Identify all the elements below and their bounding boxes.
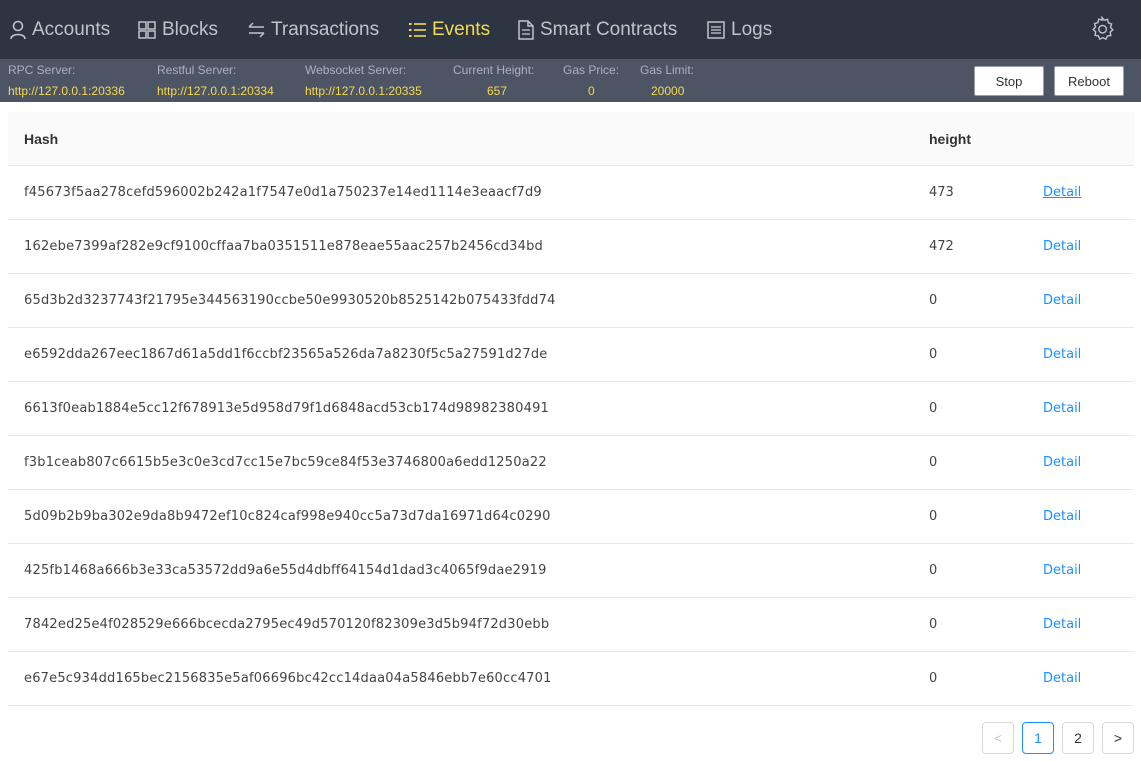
user-icon	[10, 20, 26, 40]
detail-link[interactable]: Detail	[1043, 455, 1081, 470]
swap-icon	[248, 21, 265, 38]
current-height-value: 657	[487, 84, 508, 98]
gas-price-value: 0	[588, 84, 595, 98]
nav-blocks-label: Blocks	[162, 18, 218, 40]
event-height: 0	[929, 563, 938, 578]
websocket-server-value: http://127.0.0.1:20335	[305, 84, 422, 98]
height-column-header: height	[929, 131, 971, 147]
nav-transactions[interactable]: Transactions	[248, 0, 379, 59]
gas-limit-label: Gas Limit:	[640, 63, 695, 77]
table-header: Hash height	[8, 112, 1134, 166]
table-row: 65d3b2d3237743f21795e344563190ccbe50e993…	[8, 274, 1134, 328]
nav-smart-contracts[interactable]: Smart Contracts	[518, 0, 677, 59]
restful-server-label: Restful Server:	[157, 63, 237, 77]
nav-events[interactable]: Events	[409, 0, 490, 59]
gas-price-label: Gas Price:	[563, 63, 620, 77]
nav-logs[interactable]: Logs	[707, 0, 772, 59]
restful-server-value: http://127.0.0.1:20334	[157, 84, 274, 98]
table-row: 162ebe7399af282e9cf9100cffaa7ba0351511e8…	[8, 220, 1134, 274]
list-icon	[409, 22, 426, 38]
status-bar: RPC Server: http://127.0.0.1:20336 Restf…	[0, 59, 1141, 102]
pagination-page-2[interactable]: 2	[1062, 722, 1094, 754]
event-hash: 7842ed25e4f028529e666bcecda2795ec49d5701…	[24, 617, 550, 632]
detail-link[interactable]: Detail	[1043, 347, 1081, 362]
detail-link[interactable]: Detail	[1043, 401, 1081, 416]
table-row: 5d09b2b9ba302e9da8b9472ef10c824caf998e94…	[8, 490, 1134, 544]
stop-button[interactable]: Stop	[974, 66, 1044, 96]
event-height: 0	[929, 401, 938, 416]
pagination-page-1[interactable]: 1	[1022, 722, 1054, 754]
rpc-server-label: RPC Server:	[8, 63, 76, 77]
table-row: 425fb1468a666b3e33ca53572dd9a6e55d4dbff6…	[8, 544, 1134, 598]
event-height: 473	[929, 185, 954, 200]
event-height: 0	[929, 347, 938, 362]
events-table: Hash height f45673f5aa278cefd596002b242a…	[8, 112, 1134, 706]
pagination-next-button[interactable]: >	[1102, 722, 1134, 754]
nav-transactions-label: Transactions	[271, 18, 380, 40]
nav-accounts-label: Accounts	[32, 18, 111, 40]
detail-link[interactable]: Detail	[1043, 293, 1081, 308]
grid-icon	[138, 20, 156, 39]
event-height: 472	[929, 239, 954, 254]
log-icon	[707, 20, 725, 39]
rpc-server-value: http://127.0.0.1:20336	[8, 84, 125, 98]
event-hash: 6613f0eab1884e5cc12f678913e5d958d79f1d68…	[24, 401, 550, 416]
top-navigation: Accounts Blocks Transactions Events Smar…	[0, 0, 1141, 59]
event-hash: 162ebe7399af282e9cf9100cffaa7ba0351511e8…	[24, 239, 543, 254]
event-height: 0	[929, 293, 938, 308]
event-height: 0	[929, 455, 938, 470]
event-hash: f45673f5aa278cefd596002b242a1f7547e0d1a7…	[24, 185, 542, 200]
table-row: f3b1ceab807c6615b5e3c0e3cd7cc15e7bc59ce8…	[8, 436, 1134, 490]
websocket-server-label: Websocket Server:	[305, 63, 407, 77]
nav-blocks[interactable]: Blocks	[138, 0, 218, 59]
event-hash: f3b1ceab807c6615b5e3c0e3cd7cc15e7bc59ce8…	[24, 455, 547, 470]
table-row: 6613f0eab1884e5cc12f678913e5d958d79f1d68…	[8, 382, 1134, 436]
nav-logs-label: Logs	[731, 18, 773, 40]
table-row: e67e5c934dd165bec2156835e5af06696bc42cc1…	[8, 652, 1134, 706]
event-height: 0	[929, 509, 938, 524]
current-height-label: Current Height:	[453, 63, 535, 77]
nav-smart-contracts-label: Smart Contracts	[540, 18, 678, 40]
table-row: f45673f5aa278cefd596002b242a1f7547e0d1a7…	[8, 166, 1134, 220]
file-icon	[518, 19, 534, 40]
event-hash: 425fb1468a666b3e33ca53572dd9a6e55d4dbff6…	[24, 563, 547, 578]
nav-events-label: Events	[432, 18, 491, 40]
event-hash: 5d09b2b9ba302e9da8b9472ef10c824caf998e94…	[24, 509, 551, 524]
table-row: e6592dda267eec1867d61a5dd1f6ccbf23565a52…	[8, 328, 1134, 382]
event-hash: e6592dda267eec1867d61a5dd1f6ccbf23565a52…	[24, 347, 548, 362]
event-hash: e67e5c934dd165bec2156835e5af06696bc42cc1…	[24, 671, 552, 686]
detail-link[interactable]: Detail	[1043, 563, 1081, 578]
detail-link[interactable]: Detail	[1043, 671, 1081, 686]
event-height: 0	[929, 671, 938, 686]
pagination-prev-button[interactable]: <	[982, 722, 1014, 754]
table-row: 7842ed25e4f028529e666bcecda2795ec49d5701…	[8, 598, 1134, 652]
detail-link[interactable]: Detail	[1043, 239, 1081, 254]
gear-icon[interactable]	[1089, 15, 1115, 42]
gas-limit-value: 20000	[651, 84, 685, 98]
event-hash: 65d3b2d3237743f21795e344563190ccbe50e993…	[24, 293, 556, 308]
detail-link[interactable]: Detail	[1043, 617, 1081, 632]
event-height: 0	[929, 617, 938, 632]
hash-column-header: Hash	[24, 131, 59, 147]
detail-link[interactable]: Detail	[1043, 185, 1081, 200]
reboot-button[interactable]: Reboot	[1054, 66, 1124, 96]
detail-link[interactable]: Detail	[1043, 509, 1081, 524]
nav-accounts[interactable]: Accounts	[10, 0, 110, 59]
